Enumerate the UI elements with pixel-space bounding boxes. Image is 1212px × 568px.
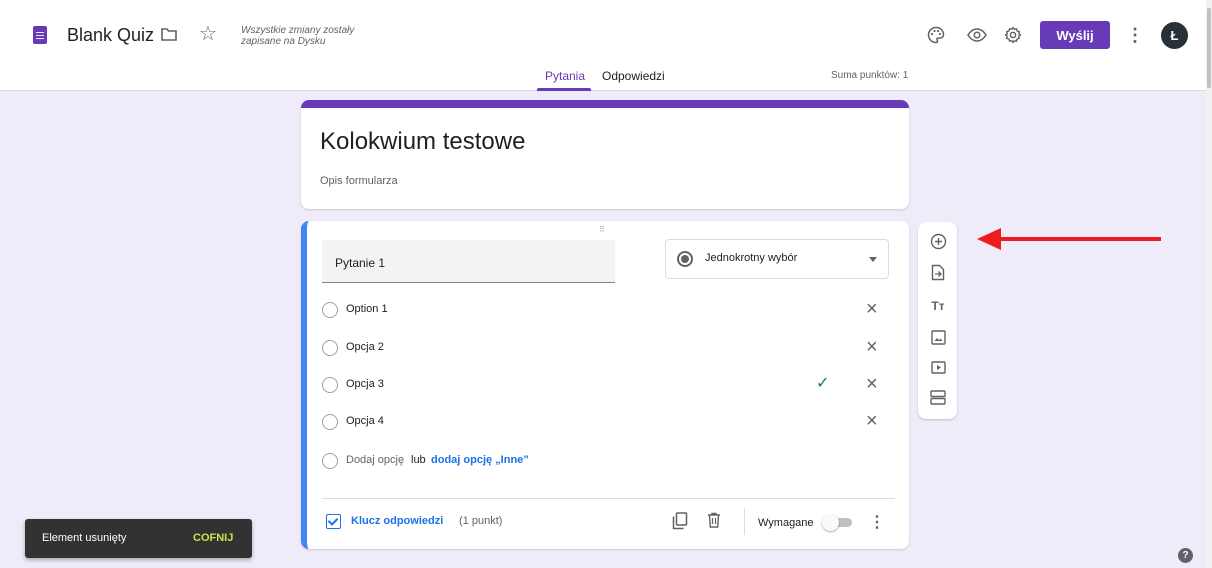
toggle-knob [822,514,839,531]
question-title-field[interactable]: Pytanie 1 [322,240,615,283]
option-row: Opcja 3 ✓ × [322,374,897,395]
duplicate-icon[interactable] [672,512,688,530]
form-document-title[interactable]: Blank Quiz [67,25,154,46]
question-type-select[interactable]: Jednokrotny wybór [665,239,889,279]
snackbar: Element usunięty COFNIJ [25,519,252,558]
red-arrow-annotation-icon [977,228,1161,250]
option-row: Opcja 4 × [322,411,897,432]
help-icon[interactable]: ? [1178,548,1193,563]
add-option-link[interactable]: Dodaj opcję [346,454,404,466]
add-question-icon[interactable] [929,232,947,250]
question-card[interactable]: ⠿ Pytanie 1 Jednokrotny wybór Option 1 ×… [301,221,909,549]
snackbar-message: Element usunięty [42,532,127,544]
save-status: Wszystkie zmiany zostały zapisane na Dys… [241,25,355,47]
question-type-label: Jednokrotny wybór [705,252,798,264]
form-description-field[interactable]: Opis formularza [320,175,398,187]
option-label[interactable]: Opcja 3 [346,378,384,390]
option-label[interactable]: Opcja 2 [346,341,384,353]
undo-button[interactable]: COFNIJ [193,532,233,544]
add-section-icon[interactable] [929,388,947,406]
trash-icon[interactable] [707,512,723,530]
option-row: Opcja 2 × [322,337,897,358]
avatar[interactable]: Ł [1161,22,1188,49]
option-radio [322,453,338,469]
import-questions-icon[interactable] [929,263,947,281]
remove-option-icon[interactable]: × [866,299,878,319]
add-other-option-link[interactable]: dodaj opcję „Inne” [431,454,529,466]
forms-logo-icon[interactable] [33,26,47,44]
correct-answer-check-icon: ✓ [816,375,830,392]
required-label: Wymagane [758,517,814,529]
top-bar: Blank Quiz ☆ Wszystkie zmiany zostały za… [0,0,1212,91]
folder-icon[interactable] [160,26,178,42]
divider [744,508,745,535]
answer-key-link[interactable]: Klucz odpowiedzi [351,515,443,527]
option-radio [322,340,338,356]
points-label: (1 punkt) [459,515,503,527]
divider [322,498,895,499]
send-button[interactable]: Wyślij [1040,21,1110,49]
add-title-icon[interactable]: Tт [929,297,947,315]
palette-icon[interactable] [925,24,947,46]
option-row: Option 1 × [322,299,897,320]
required-toggle[interactable] [822,514,854,531]
remove-option-icon[interactable]: × [866,411,878,431]
option-radio [322,414,338,430]
remove-option-icon[interactable]: × [866,374,878,394]
form-title-card: Kolokwium testowe Opis formularza [301,100,909,209]
option-label[interactable]: Option 1 [346,303,388,315]
more-vert-icon[interactable]: ⋮ [1126,24,1144,46]
preview-eye-icon[interactable] [966,24,988,46]
scrollbar-thumb[interactable] [1207,8,1211,88]
star-icon[interactable]: ☆ [198,22,218,45]
remove-option-icon[interactable]: × [866,337,878,357]
answer-key-icon[interactable] [326,514,341,529]
add-option-row: Dodaj opcję lub dodaj opcję „Inne” [322,451,897,471]
drag-handle-icon[interactable]: ⠿ [599,225,606,234]
form-title[interactable]: Kolokwium testowe [320,128,525,156]
tab-responses[interactable]: Odpowiedzi [602,69,665,83]
points-total: Suma punktów: 1 [831,70,909,81]
add-video-icon[interactable] [929,358,947,376]
add-image-icon[interactable] [929,328,947,346]
active-tab-indicator [537,88,591,91]
more-vert-icon[interactable]: ⋮ [869,512,885,532]
option-radio [322,377,338,393]
gear-icon[interactable] [1002,24,1024,46]
radio-button-icon [677,251,693,267]
option-radio [322,302,338,318]
side-toolbar: Tт [918,222,957,419]
chevron-down-icon [869,257,877,262]
add-option-or-text: lub [411,454,426,466]
tab-questions[interactable]: Pytania [545,69,585,83]
option-label[interactable]: Opcja 4 [346,415,384,427]
